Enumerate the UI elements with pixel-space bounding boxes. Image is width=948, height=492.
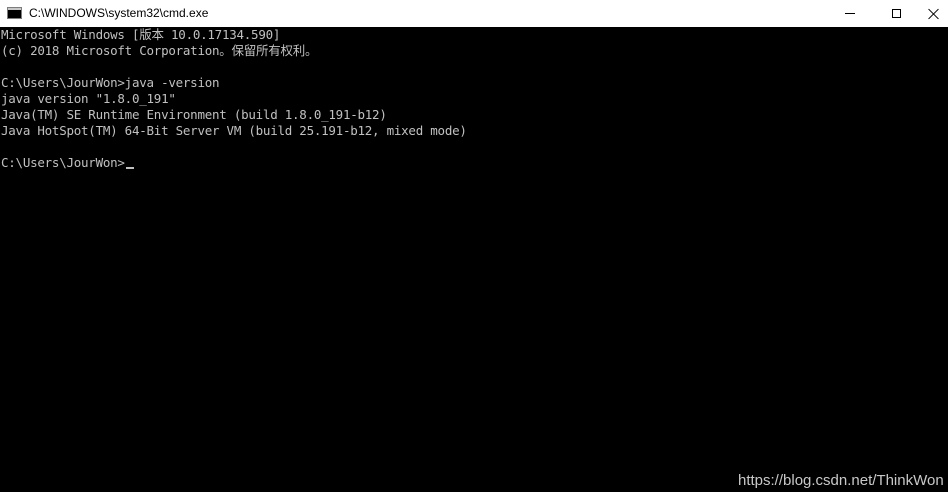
icon-title-strip	[8, 8, 21, 10]
title-bar[interactable]: C:\WINDOWS\system32\cmd.exe	[0, 0, 948, 27]
close-button[interactable]	[919, 0, 948, 27]
console-prompt-line[interactable]: C:\Users\JourWon>	[1, 155, 134, 171]
maximize-icon	[891, 9, 901, 18]
window-title: C:\WINDOWS\system32\cmd.exe	[29, 6, 209, 20]
minimize-icon	[845, 13, 855, 14]
minimize-button[interactable]	[827, 0, 873, 27]
console-prompt: C:\Users\JourWon>	[1, 155, 125, 170]
console-line-runtime: Java(TM) SE Runtime Environment (build 1…	[1, 107, 387, 122]
console-output[interactable]: Microsoft Windows [版本 10.0.17134.590] (c…	[0, 27, 948, 492]
cmd-console-icon[interactable]	[7, 7, 22, 19]
console-line-command: C:\Users\JourWon>java -version	[1, 75, 220, 90]
maximize-button[interactable]	[873, 0, 919, 27]
console-line-hotspot: Java HotSpot(TM) 64-Bit Server VM (build…	[1, 123, 467, 138]
cmd-window: C:\WINDOWS\system32\cmd.exe Microsoft Wi…	[0, 0, 948, 492]
text-cursor	[125, 167, 134, 169]
close-icon	[928, 8, 939, 19]
console-line-copyright: (c) 2018 Microsoft Corporation。保留所有权利。	[1, 43, 318, 58]
console-line-version: Microsoft Windows [版本 10.0.17134.590]	[1, 27, 281, 42]
console-line-java-version: java version "1.8.0_191"	[1, 91, 176, 106]
watermark: https://blog.csdn.net/ThinkWon	[738, 472, 944, 489]
